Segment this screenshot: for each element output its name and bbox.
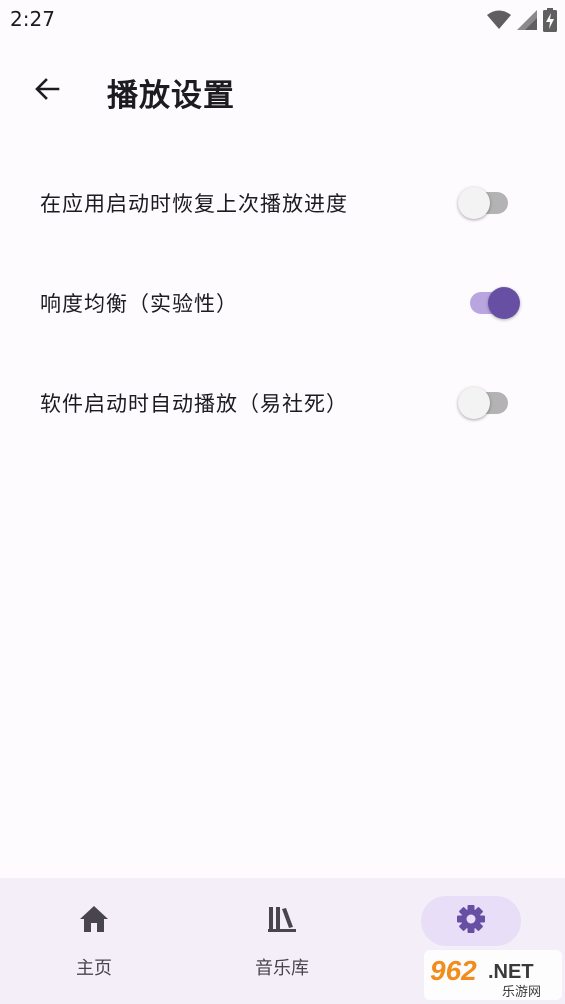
autoplay-on-start-switch[interactable] — [458, 386, 524, 420]
setting-restore-progress[interactable]: 在应用启动时恢复上次播放进度 — [0, 152, 565, 252]
status-icons — [487, 8, 557, 36]
page-title: 播放设置 — [107, 78, 235, 114]
nav-label: 音乐库 — [255, 958, 309, 979]
loudness-normalization-switch[interactable] — [458, 286, 524, 320]
setting-label: 软件启动时自动播放（易社死） — [40, 392, 348, 416]
setting-loudness-normalization[interactable]: 响度均衡（实验性） — [0, 252, 565, 352]
setting-autoplay-on-start[interactable]: 软件启动时自动播放（易社死） — [0, 352, 565, 452]
back-button[interactable] — [22, 66, 72, 116]
setting-label: 在应用启动时恢复上次播放进度 — [40, 192, 348, 216]
home-icon — [79, 905, 109, 937]
svg-text:962: 962 — [430, 955, 477, 986]
nav-label: 主页 — [76, 958, 112, 979]
battery-charging-icon — [543, 8, 557, 36]
nav-item-home[interactable]: 主页 — [0, 878, 188, 1004]
nav-item-library[interactable]: 音乐库 — [188, 878, 376, 1004]
switch-thumb — [488, 287, 520, 319]
arrow-back-icon — [33, 75, 61, 107]
watermark-logo: 962 .NET 乐游网 — [424, 950, 562, 1000]
svg-text:.NET: .NET — [488, 961, 534, 983]
nav-indicator — [232, 896, 332, 946]
wifi-icon — [487, 10, 511, 34]
svg-text:乐游网: 乐游网 — [502, 985, 541, 1000]
nav-indicator — [44, 896, 144, 946]
setting-label: 响度均衡（实验性） — [40, 292, 238, 316]
top-app-bar: 播放设置 — [0, 52, 565, 128]
settings-screen: 2:27 播放设置 在应用启动时恢复上次播放进度 响度均衡（实验性） 软件启动时… — [0, 0, 565, 1004]
gear-icon — [455, 903, 487, 939]
switch-thumb — [458, 387, 490, 419]
restore-progress-switch[interactable] — [458, 186, 524, 220]
cellular-signal-icon — [517, 10, 537, 34]
status-bar: 2:27 — [0, 0, 565, 40]
library-icon — [267, 905, 297, 937]
status-time: 2:27 — [10, 7, 55, 31]
switch-thumb — [458, 187, 490, 219]
nav-indicator — [421, 896, 521, 946]
